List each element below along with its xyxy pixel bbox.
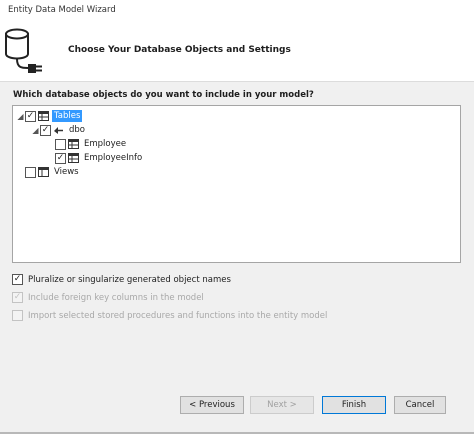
employee-checkbox[interactable]: [55, 138, 66, 150]
pluralize-label[interactable]: Pluralize or singularize generated objec…: [28, 275, 231, 285]
tables-checkbox[interactable]: ✓: [25, 110, 36, 122]
tree-node-employeeinfo[interactable]: ✓ EmployeeInfo: [55, 151, 144, 165]
foreign-keys-checkbox: ✓: [12, 292, 23, 303]
foreign-keys-label: Include foreign key columns in the model: [28, 292, 204, 303]
schema-icon: [54, 127, 63, 134]
database-objects-tree[interactable]: ◢ ✓ Tables ◢ ✓ dbo Employee ✓ EmployeeIn…: [12, 105, 461, 263]
views-label[interactable]: Views: [52, 166, 81, 178]
tables-folder-icon: [38, 111, 49, 121]
database-connection-icon: [5, 28, 42, 73]
tree-node-tables[interactable]: ◢ ✓ Tables: [16, 109, 83, 123]
tree-node-views[interactable]: Views: [25, 165, 81, 179]
pluralize-checkbox[interactable]: ✓: [12, 274, 23, 285]
views-folder-icon: [38, 167, 49, 177]
next-button: Next >: [250, 396, 314, 414]
employeeinfo-label[interactable]: EmployeeInfo: [82, 152, 144, 164]
previous-button[interactable]: < Previous: [180, 396, 244, 414]
employee-label[interactable]: Employee: [82, 138, 128, 150]
wizard-body: Which database objects do you want to in…: [0, 82, 474, 434]
window-title: Entity Data Model Wizard: [8, 5, 116, 15]
objects-question: Which database objects do you want to in…: [13, 90, 314, 100]
page-heading: Choose Your Database Objects and Setting…: [68, 45, 291, 55]
wizard-window: Entity Data Model Wizard Choose Your Dat…: [0, 0, 474, 434]
cancel-button[interactable]: Cancel: [394, 396, 446, 414]
stored-procs-label: Import selected stored procedures and fu…: [28, 310, 328, 321]
collapse-icon[interactable]: ◢: [31, 125, 40, 136]
stored-procs-option: Import selected stored procedures and fu…: [12, 310, 327, 321]
employeeinfo-checkbox[interactable]: ✓: [55, 152, 66, 164]
table-icon: [68, 153, 79, 163]
pluralize-option[interactable]: ✓ Pluralize or singularize generated obj…: [12, 274, 231, 285]
dbo-checkbox[interactable]: ✓: [40, 124, 51, 136]
finish-button[interactable]: Finish: [322, 396, 386, 414]
foreign-keys-option: ✓ Include foreign key columns in the mod…: [12, 292, 204, 303]
wizard-header: Choose Your Database Objects and Setting…: [0, 20, 474, 82]
tree-node-employee[interactable]: Employee: [55, 137, 128, 151]
title-bar: Entity Data Model Wizard: [0, 0, 474, 20]
collapse-icon[interactable]: ◢: [16, 111, 25, 122]
views-checkbox[interactable]: [25, 166, 36, 178]
dbo-label[interactable]: dbo: [67, 124, 87, 136]
table-icon: [68, 139, 79, 149]
tree-node-dbo[interactable]: ◢ ✓ dbo: [31, 123, 87, 137]
tables-label[interactable]: Tables: [52, 110, 83, 122]
stored-procs-checkbox: [12, 310, 23, 321]
